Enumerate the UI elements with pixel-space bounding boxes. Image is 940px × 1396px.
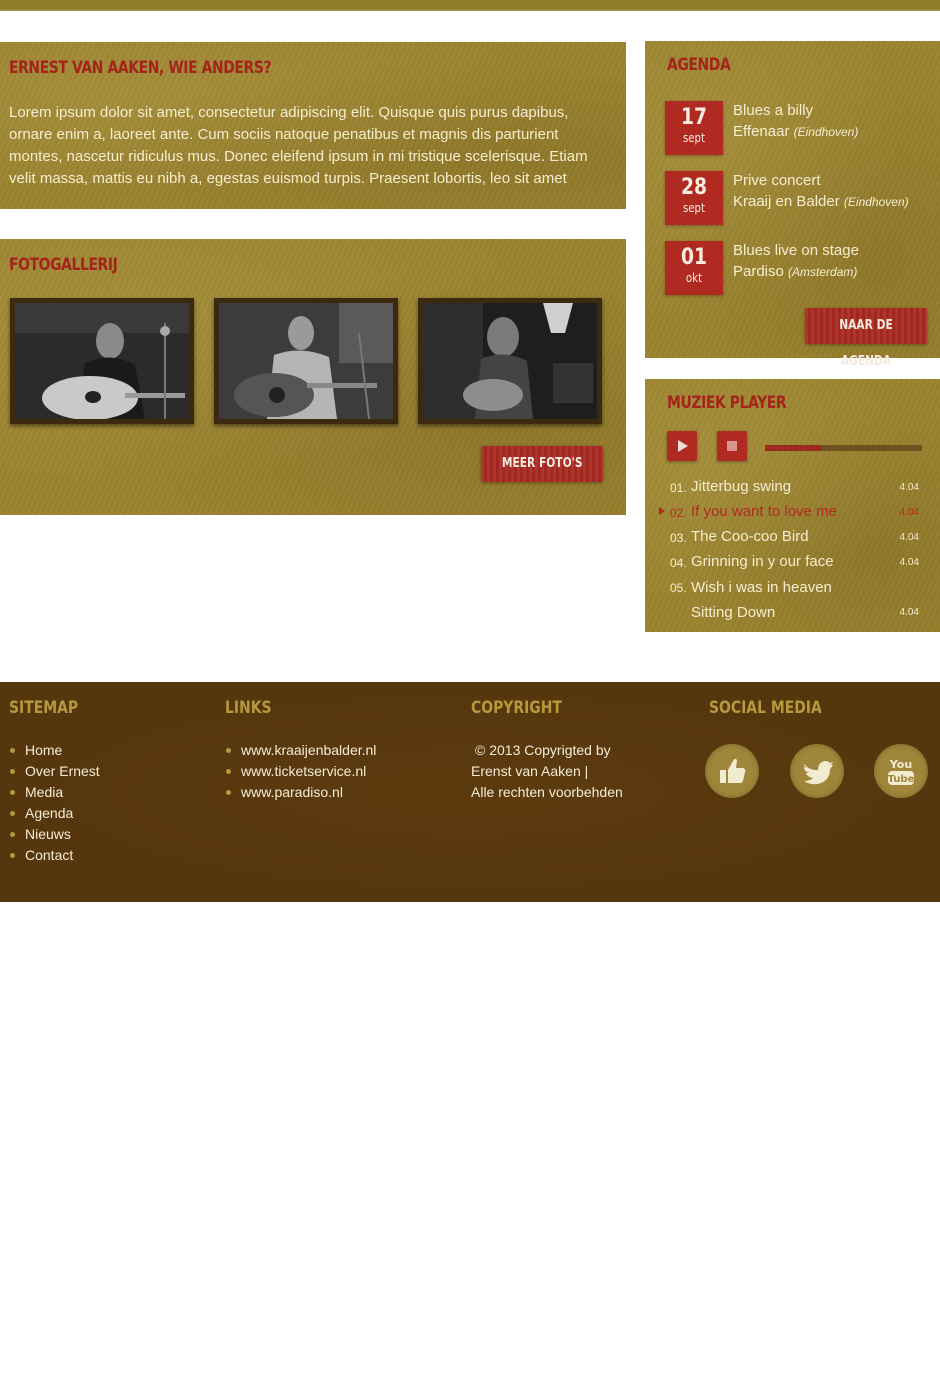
playlist-track[interactable]: 03. The Coo-coo Bird 4.04 xyxy=(657,527,927,552)
gallery-photo-1[interactable] xyxy=(10,298,194,424)
playlist-track[interactable]: 01. Jitterbug swing 4.04 xyxy=(657,477,927,502)
stop-icon xyxy=(727,441,737,451)
track-number: 05. xyxy=(670,581,687,595)
sitemap-link-over-ernest[interactable]: Over Ernest xyxy=(10,761,100,782)
copyright-line: © 2013 Copyrigted by xyxy=(475,742,611,758)
guitarist-photo-3 xyxy=(423,303,597,419)
external-link[interactable]: www.ticketservice.nl xyxy=(226,761,376,782)
event-date-badge: 01 okt xyxy=(665,241,723,295)
track-duration: 4.04 xyxy=(899,607,919,618)
guitarist-photo-2 xyxy=(219,303,393,419)
sitemap-link-contact[interactable]: Contact xyxy=(10,845,100,866)
event-month: sept xyxy=(682,131,706,145)
event-venue-line: Effenaar (Eindhoven) xyxy=(733,122,858,142)
gallery-photo-2[interactable] xyxy=(214,298,398,424)
like-button[interactable] xyxy=(705,744,759,798)
progress-fill xyxy=(765,445,822,451)
agenda-event[interactable]: 28 sept Prive concert Kraaij en Balder (… xyxy=(665,171,935,227)
event-month: sept xyxy=(682,201,706,215)
agenda-panel: Agenda 17 sept Blues a billy Effenaar (E… xyxy=(645,41,940,369)
event-venue-line: Kraaij en Balder (Eindhoven) xyxy=(733,192,909,212)
sitemap-link-media[interactable]: Media xyxy=(10,782,100,803)
event-location: (Amsterdam) xyxy=(788,265,858,279)
event-month: okt xyxy=(685,271,703,285)
event-venue: Pardiso xyxy=(733,263,784,280)
more-photos-button[interactable]: Meer foto's xyxy=(481,446,603,482)
track-title: Grinning in y our face xyxy=(691,553,834,570)
copyright-title: Copyright xyxy=(471,698,562,718)
svg-text:You: You xyxy=(889,758,912,771)
event-title: Prive concert xyxy=(733,172,821,189)
track-duration: 4.04 xyxy=(899,557,919,568)
now-playing-arrow-icon xyxy=(659,507,665,515)
track-duration: 4.04 xyxy=(899,507,919,518)
play-icon xyxy=(678,440,688,452)
event-day: 28 xyxy=(680,175,708,200)
event-day: 01 xyxy=(680,245,708,270)
agenda-event[interactable]: 17 sept Blues a billy Effenaar (Eindhove… xyxy=(665,101,935,157)
track-number: 04. xyxy=(670,556,687,570)
event-date-badge: 17 sept xyxy=(665,101,723,155)
event-venue: Kraaij en Balder xyxy=(733,193,840,210)
guitarist-photo-1 xyxy=(15,303,189,419)
copyright-text: © 2013 Copyrigted by Erenst van Aaken | … xyxy=(471,740,623,803)
youtube-icon: You Tube xyxy=(888,758,915,785)
track-number: 02. xyxy=(670,506,687,520)
sitemap-link-agenda[interactable]: Agenda xyxy=(10,803,100,824)
play-button[interactable] xyxy=(667,431,697,461)
copyright-line: Erenst van Aaken | xyxy=(471,763,589,779)
event-title: Blues a billy xyxy=(733,102,814,119)
about-panel: Ernest van Aaken, wie anders? Lorem ipsu… xyxy=(0,42,626,209)
external-link[interactable]: www.kraaijenbalder.nl xyxy=(226,740,376,761)
about-title: Ernest van Aaken, wie anders? xyxy=(9,58,272,78)
event-date-badge: 28 sept xyxy=(665,171,723,225)
youtube-button[interactable]: You Tube xyxy=(874,744,928,798)
sitemap-list: Home Over Ernest Media Agenda Nieuws Con… xyxy=(10,740,100,866)
more-photos-label: Meer foto's xyxy=(501,456,583,471)
agenda-title: Agenda xyxy=(667,55,731,75)
playlist-track[interactable]: 04. Grinning in y our face 4.04 xyxy=(657,552,927,577)
links-list: www.kraaijenbalder.nl www.ticketservice.… xyxy=(226,740,376,803)
playlist-track-active[interactable]: 02. If you want to love me 4.04 xyxy=(657,502,927,527)
social-media-title: Social media xyxy=(709,698,822,718)
top-bar xyxy=(0,0,940,11)
svg-text:Tube: Tube xyxy=(888,774,915,785)
sitemap-link-nieuws[interactable]: Nieuws xyxy=(10,824,100,845)
event-location: (Eindhoven) xyxy=(843,195,909,209)
event-day: 17 xyxy=(680,105,708,130)
agenda-button-label: Naar de agenda xyxy=(839,318,893,369)
copyright-line: Alle rechten voorbehden xyxy=(471,784,623,800)
track-title: If you want to love me xyxy=(691,503,837,520)
player-title: Muziek player xyxy=(667,393,787,413)
about-text: Lorem ipsum dolor sit amet, consectetur … xyxy=(9,104,588,187)
sitemap-title: Sitemap xyxy=(9,698,79,718)
gallery-title: Fotogallerij xyxy=(9,255,118,275)
track-duration: 4.04 xyxy=(899,532,919,543)
agenda-event[interactable]: 01 okt Blues live on stage Pardiso (Amst… xyxy=(665,241,935,297)
track-title: The Coo-coo Bird xyxy=(691,528,809,545)
event-location: (Eindhoven) xyxy=(793,125,859,139)
twitter-icon xyxy=(803,761,833,785)
external-link[interactable]: www.paradiso.nl xyxy=(226,782,376,803)
event-venue-line: Pardiso (Amsterdam) xyxy=(733,262,857,282)
track-duration: 4.04 xyxy=(899,482,919,493)
twitter-button[interactable] xyxy=(790,744,844,798)
playlist-track[interactable]: 05. Wish i was in heaven Sitting Down 4.… xyxy=(657,577,927,627)
links-title: Links xyxy=(225,698,272,718)
sitemap-link-home[interactable]: Home xyxy=(10,740,100,761)
event-venue: Effenaar xyxy=(733,123,790,140)
footer: Sitemap Home Over Ernest Media Agenda Ni… xyxy=(0,682,940,902)
progress-bar[interactable] xyxy=(765,445,922,451)
music-player-panel: Muziek player 01. Jitterbug swing 4.04 0… xyxy=(645,379,940,632)
track-title: Wish i was in heaven Sitting Down xyxy=(691,579,832,621)
gallery-photo-3[interactable] xyxy=(418,298,602,424)
track-title: Jitterbug swing xyxy=(691,478,792,495)
like-icon xyxy=(720,758,746,783)
track-number: 03. xyxy=(670,531,687,545)
track-number: 01. xyxy=(670,481,687,495)
photo-gallery-panel: Fotogallerij xyxy=(0,239,626,515)
event-title: Blues live on stage xyxy=(733,242,859,259)
agenda-button[interactable]: Naar de agenda xyxy=(805,308,927,369)
stop-button[interactable] xyxy=(717,431,747,461)
